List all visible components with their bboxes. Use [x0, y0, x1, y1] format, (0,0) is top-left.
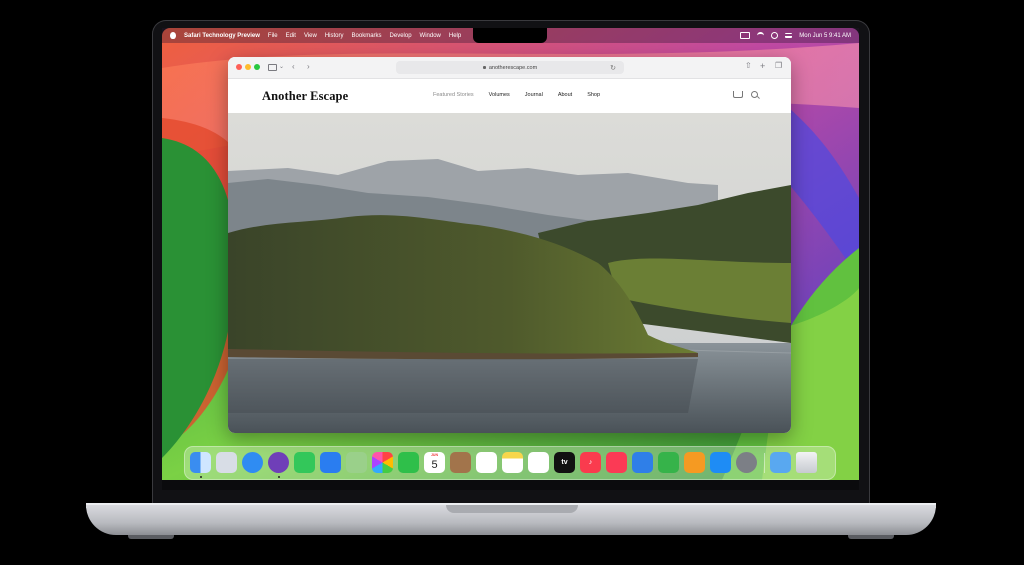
- wifi-icon[interactable]: [757, 32, 765, 39]
- numbers-icon[interactable]: [658, 452, 679, 473]
- menu-window[interactable]: Window: [420, 33, 441, 39]
- safari-icon[interactable]: [242, 452, 263, 473]
- calendar-month: JUN: [430, 453, 438, 457]
- apple-logo-icon[interactable]: [170, 32, 176, 39]
- running-indicator: [278, 476, 280, 478]
- menu-view[interactable]: View: [304, 33, 317, 39]
- launchpad-icon[interactable]: [216, 452, 237, 473]
- calendar-icon[interactable]: JUN 5: [424, 452, 445, 473]
- app-store-icon[interactable]: [710, 452, 731, 473]
- menu-edit[interactable]: Edit: [286, 33, 296, 39]
- site-nav: Featured Stories Volumes Journal About S…: [433, 92, 615, 98]
- menubar-clock[interactable]: Mon Jun 5 9:41 AM: [799, 33, 851, 39]
- maximize-window-button[interactable]: [254, 64, 260, 70]
- lock-icon: [482, 66, 486, 69]
- tab-overview-icon[interactable]: ❐: [775, 62, 782, 70]
- site-logo[interactable]: Another Escape: [262, 89, 348, 104]
- contacts-icon[interactable]: [450, 452, 471, 473]
- screen-bottom-bezel: [162, 480, 859, 490]
- spotlight-icon[interactable]: [771, 32, 779, 39]
- site-header: Another Escape Featured Stories Volumes …: [228, 79, 791, 114]
- keynote-icon[interactable]: [632, 452, 653, 473]
- safari-preview-icon[interactable]: [268, 452, 289, 473]
- reload-icon[interactable]: ↻: [610, 64, 616, 72]
- control-center-icon[interactable]: [785, 33, 793, 38]
- nav-about[interactable]: About: [558, 92, 572, 98]
- share-icon[interactable]: ⇧: [745, 62, 752, 70]
- dock-separator: [764, 453, 765, 473]
- tv-label: tv: [561, 459, 568, 466]
- nav-journal[interactable]: Journal: [525, 92, 543, 98]
- hero-lake-photo: [228, 113, 791, 433]
- menu-app-name[interactable]: Safari Technology Preview: [184, 33, 260, 39]
- system-settings-icon[interactable]: [736, 452, 757, 473]
- menu-develop[interactable]: Develop: [390, 33, 412, 39]
- finder-icon[interactable]: [190, 452, 211, 473]
- menu-bookmarks[interactable]: Bookmarks: [352, 33, 382, 39]
- downloads-icon[interactable]: [770, 452, 791, 473]
- cart-icon[interactable]: [733, 91, 743, 98]
- camera-notch: [473, 28, 547, 43]
- reminders-icon[interactable]: [476, 452, 497, 473]
- notes-icon[interactable]: [502, 452, 523, 473]
- address-url: anotherescape.com: [488, 64, 538, 71]
- nav-featured-stories[interactable]: Featured Stories: [433, 92, 474, 98]
- calendar-day: 5: [431, 458, 438, 471]
- battery-icon[interactable]: [740, 32, 751, 39]
- laptop-foot: [128, 535, 174, 539]
- close-window-button[interactable]: [236, 64, 242, 70]
- chevron-down-icon[interactable]: ⌄: [279, 63, 284, 71]
- status-area: Mon Jun 5 9:41 AM: [740, 28, 851, 43]
- back-arrow-icon[interactable]: ‹: [292, 63, 295, 71]
- dock: JUN 5 tv ♪: [184, 446, 836, 480]
- nav-volumes[interactable]: Volumes: [489, 92, 510, 98]
- laptop-foot: [848, 535, 894, 539]
- menu-file[interactable]: File: [268, 33, 278, 39]
- tv-icon[interactable]: tv: [554, 452, 575, 473]
- forward-arrow-icon[interactable]: ›: [307, 63, 310, 71]
- trash-icon[interactable]: [796, 452, 817, 473]
- menu-help[interactable]: Help: [449, 33, 461, 39]
- pages-icon[interactable]: [684, 452, 705, 473]
- sidebar-toggle-icon[interactable]: [268, 64, 277, 71]
- address-bar[interactable]: anotherescape.com ↻: [396, 61, 624, 74]
- messages-icon[interactable]: [294, 452, 315, 473]
- laptop-thumb-cutout: [446, 505, 578, 513]
- maps-icon[interactable]: [346, 452, 367, 473]
- running-indicator: [200, 476, 202, 478]
- news-icon[interactable]: [606, 452, 627, 473]
- photos-icon[interactable]: [372, 452, 393, 473]
- menu-history[interactable]: History: [325, 33, 344, 39]
- browser-toolbar: ⌄ ‹ › ▯ anotherescape.com ↻ ⇧ + ❐: [228, 57, 791, 79]
- facetime-icon[interactable]: [398, 452, 419, 473]
- new-tab-icon[interactable]: +: [760, 62, 765, 71]
- minimize-window-button[interactable]: [245, 64, 251, 70]
- music-icon[interactable]: ♪: [580, 452, 601, 473]
- safari-window: ⌄ ‹ › ▯ anotherescape.com ↻ ⇧ + ❐ Anothe…: [228, 57, 791, 433]
- search-icon[interactable]: [751, 91, 758, 98]
- mail-icon[interactable]: [320, 452, 341, 473]
- freeform-icon[interactable]: [528, 452, 549, 473]
- nav-shop[interactable]: Shop: [587, 92, 600, 98]
